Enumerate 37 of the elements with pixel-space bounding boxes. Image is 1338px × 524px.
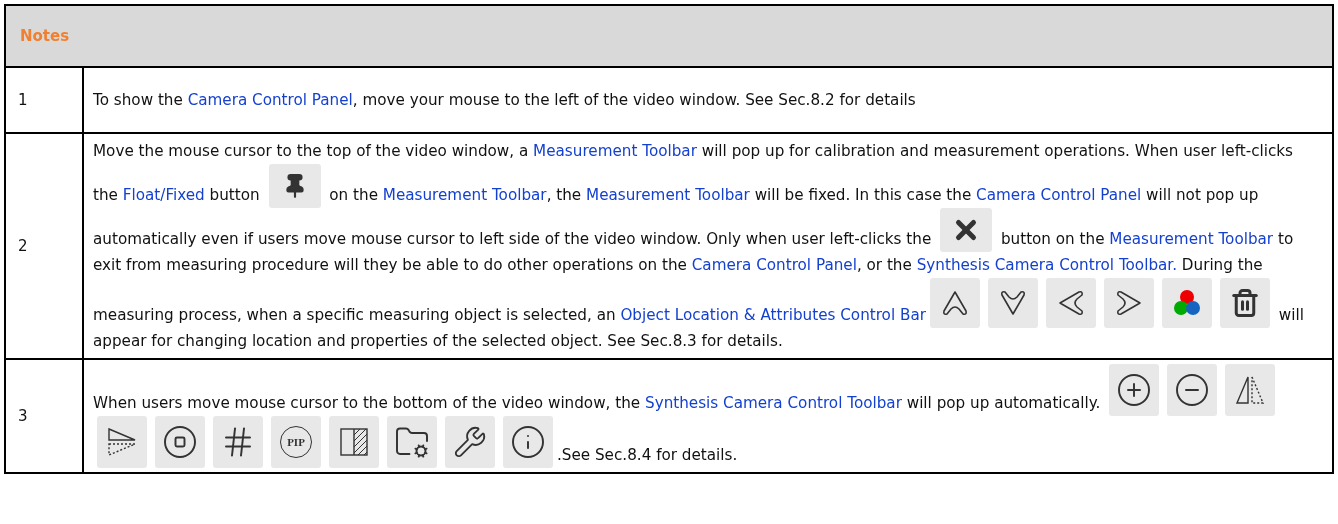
link[interactable]: Measurement Toolbar	[533, 142, 697, 160]
record-icon	[155, 416, 205, 468]
header-title: Notes	[20, 27, 70, 45]
zoom-in-icon	[1109, 364, 1160, 416]
split-view-icon	[329, 416, 379, 468]
row-number: 3	[18, 407, 28, 425]
note-text: Move the mouse cursor to the top of the video window, a Measurement Toolbar will pop up for calibration and measurement operations. When user left-clicks the Float/Fixed button on the Measurement Toolbar, the Measurement Toolbar will be fixed. In this case the Camera Control Panel will not pop up automatically even if users move mouse cursor to left side of the video window. Only when user left-clicks the button on the Measurement Toolbar to exit from measuring procedure will they be able to do other operations on the Camera Control Panel, or the Synthesis Camera Control Toolbar. During the measuring process, when a specific measuring object is selected, an Object Location & Attributes Control Bar will appear for changing location and properties of the selected object. See Sec.8.3 for details.	[93, 141, 1305, 352]
tools-icon	[445, 416, 495, 468]
color-dots-icon	[1161, 278, 1212, 328]
link[interactable]: Camera Control Panel	[187, 91, 353, 109]
trash-icon	[1219, 278, 1270, 328]
link[interactable]: Camera Control Panel	[691, 256, 857, 274]
note-text: When users move mouse cursor to the bottom of the video window, the Synthesis Camera Control Toolbar will pop up automatically. PIP .See Sec.8.4 for details.	[93, 364, 1320, 468]
link[interactable]: Synthesis Camera Control Toolbar.	[916, 256, 1177, 274]
arrow-left-icon	[1045, 278, 1096, 328]
arrow-right-icon	[1103, 278, 1154, 328]
pip-icon: PIP	[271, 416, 321, 468]
pin-icon	[268, 164, 321, 208]
flip-horizontal-icon	[1225, 364, 1276, 416]
grid-icon	[213, 416, 263, 468]
link[interactable]: Synthesis Camera Control Toolbar	[645, 394, 902, 412]
arrow-down-icon	[987, 278, 1038, 328]
close-icon	[940, 208, 993, 252]
note-text: To show the Camera Control Panel, move your mouse to the left of the video window. See Sec.8.2 for details	[93, 90, 916, 111]
link[interactable]: Float/Fixed	[122, 186, 205, 204]
link[interactable]: Camera Control Panel	[976, 186, 1142, 204]
row-number: 1	[18, 91, 28, 109]
link[interactable]: Measurement Toolbar	[586, 186, 750, 204]
info-icon	[503, 416, 553, 468]
flip-vertical-icon	[97, 416, 147, 468]
link[interactable]: Measurement Toolbar	[1109, 230, 1274, 248]
folder-icon	[387, 416, 437, 468]
link[interactable]: Object Location & Attributes Control Bar	[620, 306, 926, 324]
zoom-out-icon	[1167, 364, 1218, 416]
arrow-up-icon	[929, 278, 980, 328]
link[interactable]: Measurement Toolbar	[382, 186, 547, 204]
row-number: 2	[18, 237, 28, 255]
